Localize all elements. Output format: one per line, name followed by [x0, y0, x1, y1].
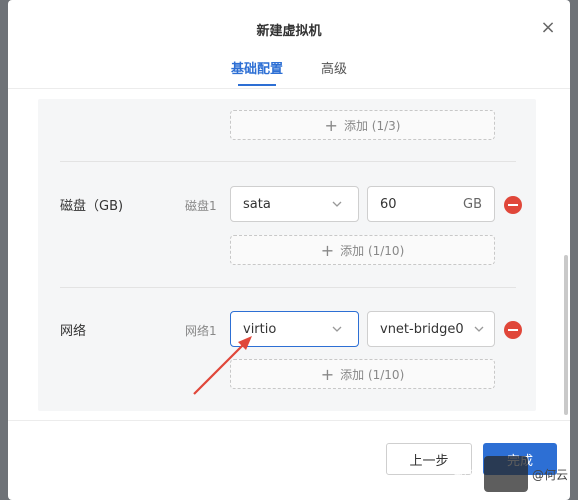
footer-divider [8, 420, 570, 421]
network-section-label: 网络 [60, 324, 87, 339]
previous-step-button[interactable]: 上一步 [386, 443, 472, 475]
tab-basic-config[interactable]: 基础配置 [231, 58, 283, 88]
disk-bus-select[interactable]: sata [230, 186, 359, 222]
section-divider [60, 287, 516, 288]
disk-item-label: 磁盘1 [185, 199, 217, 213]
plus-icon: + [320, 240, 335, 260]
disk-section-label: 磁盘（GB) [60, 199, 124, 214]
remove-disk-icon[interactable] [504, 196, 522, 214]
add-previous-item-button[interactable]: + 添加 (1/3) [230, 110, 495, 140]
chevron-down-icon [332, 326, 342, 332]
plus-icon: + [324, 115, 338, 135]
add-disk-label: 添加 (1/10) [340, 243, 405, 258]
add-network-label: 添加 (1/10) [340, 367, 405, 382]
finish-button[interactable]: 完成 [483, 443, 557, 475]
network-bridge-select[interactable]: vnet-bridge0 [367, 311, 495, 347]
config-panel: + 添加 (1/3) 磁盘（GB) 磁盘1 sata 60 GB + 添加 (1… [38, 99, 536, 411]
tabs-divider [8, 88, 570, 89]
disk-size-input[interactable]: 60 GB [367, 186, 495, 222]
scrollbar[interactable] [564, 255, 568, 415]
plus-icon: + [320, 364, 335, 384]
annotation-arrow-icon [193, 336, 252, 395]
chevron-down-icon [332, 201, 342, 207]
add-label: 添加 (1/3) [343, 118, 401, 133]
tab-advanced[interactable]: 高级 [321, 58, 347, 88]
close-icon[interactable]: × [540, 19, 556, 37]
network-bridge-value: vnet-bridge0 [380, 321, 464, 337]
remove-network-icon[interactable] [504, 321, 522, 339]
add-disk-button[interactable]: + 添加 (1/10) [230, 235, 495, 265]
chevron-down-icon [474, 326, 484, 332]
add-network-button[interactable]: + 添加 (1/10) [230, 359, 495, 389]
section-divider [60, 161, 516, 162]
tab-bar: 基础配置 高级 [8, 58, 570, 88]
disk-size-value: 60 [380, 196, 397, 212]
disk-size-unit: GB [463, 197, 482, 212]
disk-bus-value: sata [243, 196, 271, 212]
new-vm-dialog: 新建虚拟机 × 基础配置 高级 + 添加 (1/3) 磁盘（GB) 磁盘1 sa… [8, 0, 570, 500]
dialog-title: 新建虚拟机 [256, 24, 322, 39]
